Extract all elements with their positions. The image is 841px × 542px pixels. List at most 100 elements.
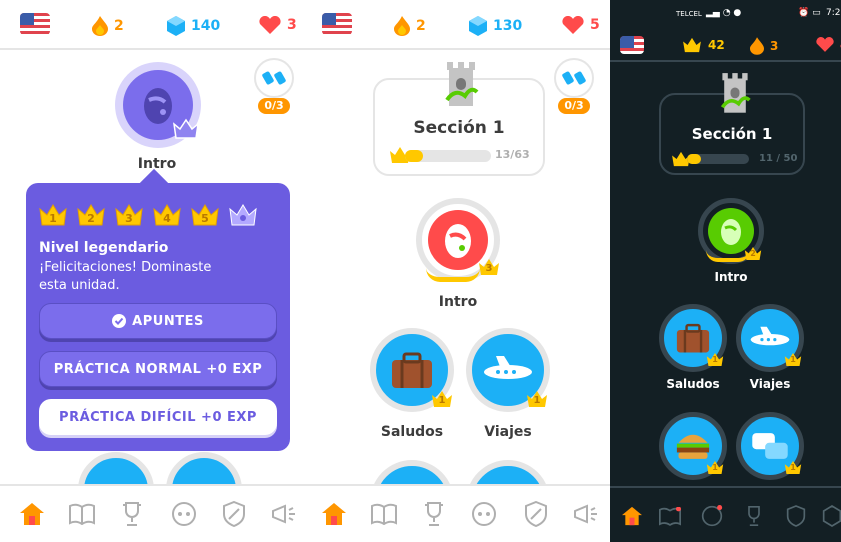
crown-icon: 1 bbox=[431, 390, 453, 408]
section-progress-fill bbox=[405, 150, 424, 162]
streak-count: 2 bbox=[114, 18, 124, 34]
section-progress-text: 13/63 bbox=[495, 148, 530, 161]
saludos-label: Saludos bbox=[380, 424, 444, 440]
us-flag-icon[interactable] bbox=[620, 36, 644, 54]
streak-counter[interactable]: 2 bbox=[394, 16, 426, 36]
home-icon[interactable] bbox=[618, 502, 646, 530]
practice-badge: 0/3 bbox=[558, 98, 590, 114]
level-crown-icon: 4 bbox=[153, 203, 181, 227]
panel-2-section-path: 2 130 5 Sección 1 13/63 0/3 3 Intro 1 Sa… bbox=[310, 0, 610, 542]
notes-button-label: APUNTES bbox=[132, 313, 204, 329]
shield-icon[interactable] bbox=[220, 500, 248, 528]
hearts-counter[interactable]: 4 bbox=[816, 37, 841, 52]
streak-counter[interactable]: 3 bbox=[750, 37, 778, 55]
section-progress-text: 11 / 50 bbox=[759, 153, 798, 164]
streak-count: 2 bbox=[416, 18, 426, 34]
level-crown-icon: 1 bbox=[39, 203, 67, 227]
section-title: Sección 1 bbox=[691, 125, 773, 143]
panel-3-dark-mode: TELCEL ▂▄ ◔ ● ⏰ ▭ 7:2 42 3 4 Sección 1 1… bbox=[610, 0, 841, 542]
hard-practice-label: PRÁCTICA DIFÍCIL +0 EXP bbox=[59, 409, 257, 425]
hard-practice-button[interactable]: PRÁCTICA DIFÍCIL +0 EXP bbox=[39, 399, 277, 435]
panel-1-unit-popup: 2 140 3 Intro 0/3 1 2 3 4 5 Nivel legend… bbox=[0, 0, 310, 542]
top-bar: 2 130 5 bbox=[310, 0, 610, 50]
top-bar: 2 140 3 bbox=[0, 0, 310, 50]
profile-icon[interactable] bbox=[170, 500, 198, 528]
book-icon[interactable] bbox=[656, 502, 684, 530]
signal-icons: ▂▄ ◔ ● bbox=[706, 8, 742, 18]
viajes-label: Viajes bbox=[484, 424, 532, 440]
gems-count: 130 bbox=[493, 18, 523, 34]
progress-arc bbox=[426, 268, 480, 282]
section-progress-bar bbox=[687, 154, 749, 164]
book-icon[interactable] bbox=[68, 500, 96, 528]
normal-practice-button[interactable]: PRÁCTICA NORMAL +0 EXP bbox=[39, 351, 277, 387]
heart-icon bbox=[259, 16, 281, 34]
crown-icon: 1 bbox=[526, 390, 548, 408]
streak-counter[interactable]: 2 bbox=[92, 16, 124, 36]
crown-icon: 2 bbox=[744, 246, 762, 261]
trophy-icon[interactable] bbox=[420, 500, 448, 528]
normal-practice-label: PRÁCTICA NORMAL +0 EXP bbox=[53, 361, 263, 377]
gem-icon bbox=[167, 16, 185, 36]
bottom-nav bbox=[310, 484, 610, 542]
hearts-counter[interactable]: 3 bbox=[259, 16, 297, 34]
crowns-count: 42 bbox=[708, 38, 725, 52]
book-icon[interactable] bbox=[370, 500, 398, 528]
intro-lesson-node[interactable] bbox=[115, 62, 201, 148]
gems-counter[interactable]: 130 bbox=[469, 16, 522, 36]
us-flag-icon[interactable] bbox=[20, 13, 50, 35]
popup-message-line-1: ¡Felicitaciones! Dominaste bbox=[39, 260, 212, 275]
intro-label: Intro bbox=[438, 294, 478, 310]
popup-title: Nivel legendario bbox=[39, 240, 169, 256]
us-flag-icon[interactable] bbox=[322, 13, 352, 35]
crown-icon: 1 bbox=[706, 460, 724, 475]
level-crown-icon: 2 bbox=[77, 203, 105, 227]
dumbbell-icon bbox=[562, 71, 586, 85]
megaphone-icon[interactable] bbox=[270, 500, 298, 528]
bottom-nav bbox=[0, 484, 310, 542]
castle-icon bbox=[441, 58, 481, 112]
level-crowns-row: 1 2 3 4 5 bbox=[39, 203, 257, 227]
shield-icon[interactable] bbox=[782, 502, 810, 530]
shield-icon[interactable] bbox=[522, 500, 550, 528]
megaphone-icon[interactable] bbox=[572, 500, 600, 528]
bottom-nav bbox=[610, 486, 841, 542]
trophy-icon[interactable] bbox=[740, 502, 768, 530]
section-progress-fill bbox=[687, 154, 701, 164]
settings-icon[interactable] bbox=[818, 502, 841, 530]
clock-time: 7:2 bbox=[826, 8, 841, 18]
heart-icon bbox=[816, 37, 834, 52]
home-icon[interactable] bbox=[18, 500, 46, 528]
hearts-counter[interactable]: 5 bbox=[562, 16, 600, 34]
home-icon[interactable] bbox=[320, 500, 348, 528]
notes-button[interactable]: APUNTES bbox=[39, 303, 277, 339]
phone-status-bar: TELCEL ▂▄ ◔ ● ⏰ ▭ 7:2 bbox=[610, 0, 841, 28]
section-progress-bar bbox=[405, 150, 491, 162]
gems-counter[interactable]: 140 bbox=[167, 16, 220, 36]
flame-icon bbox=[92, 16, 108, 36]
crown-icon: 1 bbox=[784, 352, 802, 367]
section-card[interactable]: Sección 1 11 / 50 bbox=[659, 73, 805, 175]
castle-icon bbox=[717, 69, 753, 119]
flame-icon bbox=[750, 37, 764, 55]
battery-icons: ⏰ ▭ bbox=[798, 8, 821, 18]
section-card[interactable]: Sección 1 13/63 bbox=[373, 62, 545, 176]
legendary-popup: 1 2 3 4 5 Nivel legendario ¡Felicitacion… bbox=[26, 183, 290, 451]
crown-icon: 1 bbox=[784, 460, 802, 475]
crown-icon: 3 bbox=[478, 258, 500, 276]
check-circle-icon bbox=[112, 314, 127, 328]
heart-icon bbox=[562, 16, 584, 34]
profile-icon[interactable] bbox=[698, 502, 726, 530]
trophy-icon[interactable] bbox=[118, 500, 146, 528]
crowns-counter[interactable]: 42 bbox=[682, 37, 725, 53]
practice-button[interactable] bbox=[554, 58, 594, 98]
level-crown-icon: 5 bbox=[191, 203, 219, 227]
top-bar: 42 3 4 bbox=[610, 28, 841, 62]
legendary-crown-icon bbox=[172, 118, 200, 144]
practice-button[interactable] bbox=[254, 58, 294, 98]
carrier-name: TELCEL bbox=[676, 10, 702, 18]
legendary-crown-icon bbox=[229, 203, 257, 227]
profile-icon[interactable] bbox=[470, 500, 498, 528]
intro-label: Intro bbox=[714, 270, 748, 284]
hearts-count: 5 bbox=[590, 17, 600, 33]
